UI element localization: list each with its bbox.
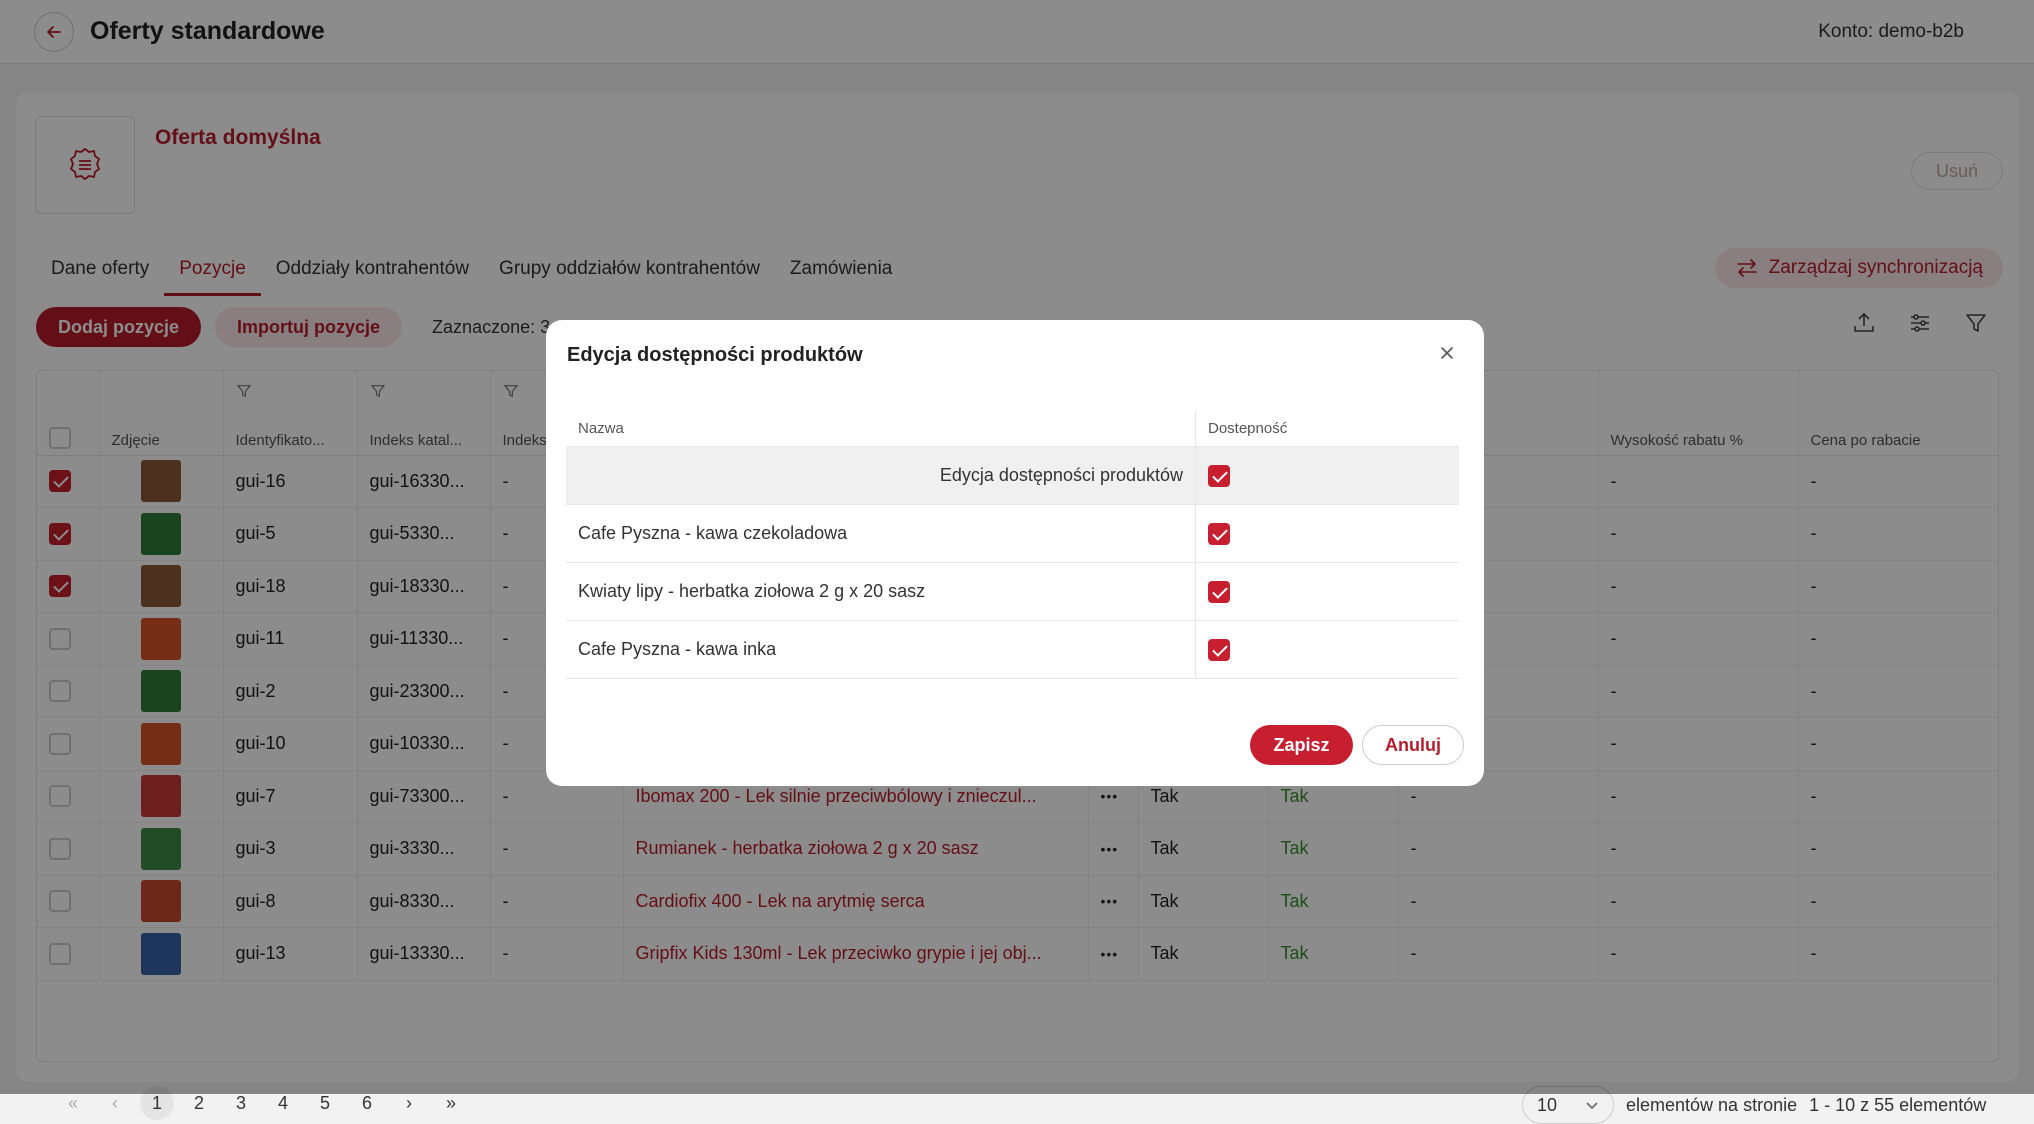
modal-product-name: Cafe Pyszna - kawa czekoladowa [566,505,1196,562]
modal-table: Nazwa Dostepność Edycja dostępności prod… [566,410,1459,679]
modal-product-name: Kwiaty lipy - herbatka ziołowa 2 g x 20 … [566,563,1196,620]
availability-checkbox[interactable] [1208,580,1230,603]
modal-product-row: Cafe Pyszna - kawa czekoladowa [566,505,1459,563]
bulk-edit-row: Edycja dostępności produktów [566,447,1459,505]
save-button[interactable]: Zapisz [1250,725,1353,765]
availability-cell [1196,621,1459,678]
availability-checkbox[interactable] [1208,638,1230,661]
cancel-button[interactable]: Anuluj [1362,725,1464,765]
modal-table-header: Nazwa Dostepność [566,410,1459,447]
chevron-down-icon [1586,1102,1598,1110]
availability-checkbox[interactable] [1208,522,1230,545]
availability-cell [1196,563,1459,620]
availability-cell [1196,447,1459,504]
modal-col-availability: Dostepność [1208,419,1288,437]
modal-col-name: Nazwa [566,410,1196,446]
page-size-value: 10 [1537,1094,1558,1115]
modal-product-name: Cafe Pyszna - kawa inka [566,621,1196,678]
availability-cell [1196,505,1459,562]
availability-modal: Edycja dostępności produktów Nazwa Doste… [546,320,1484,786]
availability-checkbox[interactable] [1208,464,1230,487]
modal-product-row: Cafe Pyszna - kawa inka [566,621,1459,679]
modal-product-name: Edycja dostępności produktów [566,447,1196,504]
close-icon[interactable] [1436,342,1458,364]
per-page-label: elementów na stronie [1626,1094,1798,1115]
modal-title: Edycja dostępności produktów [567,344,863,366]
modal-product-row: Kwiaty lipy - herbatka ziołowa 2 g x 20 … [566,563,1459,621]
range-label: 1 - 10 z 55 elementów [1809,1094,1987,1115]
